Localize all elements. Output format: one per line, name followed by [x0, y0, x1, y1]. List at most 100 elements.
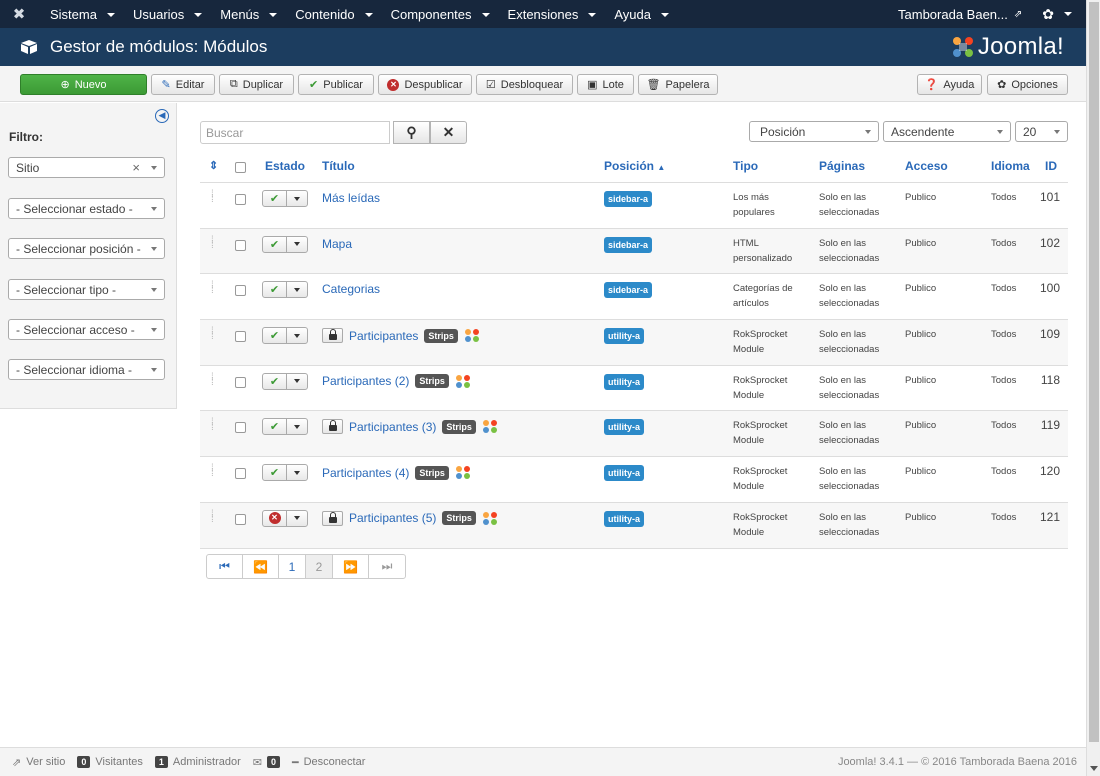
duplicate-button[interactable]: ⧉ Duplicar — [219, 74, 294, 95]
lock-icon[interactable] — [322, 510, 343, 526]
row-checkbox[interactable] — [235, 285, 246, 297]
trash-button[interactable]: 🗑 Papelera — [638, 74, 718, 95]
first-page-icon[interactable]: ⏮ — [207, 555, 243, 578]
select-all-checkbox[interactable] — [235, 162, 246, 173]
new-button[interactable]: ⊕ Nuevo — [20, 74, 147, 95]
menu-menus[interactable]: Menús — [208, 7, 283, 22]
drag-handle-icon[interactable]: ⁞ ⁞ — [211, 509, 214, 524]
status-toggle[interactable]: ✔ — [262, 418, 308, 436]
site-select[interactable]: Sitio × — [8, 157, 165, 178]
row-checkbox[interactable] — [235, 376, 246, 388]
edit-button[interactable]: ✎ Editar — [151, 74, 215, 95]
options-button[interactable]: ✿ Opciones — [987, 74, 1068, 95]
unpublish-button[interactable]: ✕ Despublicar — [378, 74, 472, 95]
row-checkbox[interactable] — [235, 513, 246, 525]
access-filter-select[interactable]: - Seleccionar acceso - — [8, 319, 165, 340]
drag-handle-icon[interactable]: ⁞ ⁞ — [211, 372, 214, 387]
help-button[interactable]: ❓ Ayuda — [917, 74, 982, 95]
row-checkbox[interactable] — [235, 194, 246, 205]
module-title-link[interactable]: Categorias — [322, 282, 380, 296]
menu-contenido[interactable]: Contenido — [283, 7, 378, 22]
published-check-icon[interactable]: ✔ — [263, 419, 287, 435]
menu-extensiones[interactable]: Extensiones — [496, 7, 603, 22]
module-title-link[interactable]: Participantes (4) — [322, 466, 409, 480]
drag-handle-icon[interactable]: ⁞ ⁞ — [211, 418, 214, 433]
status-dropdown-icon[interactable] — [287, 237, 307, 252]
col-title[interactable]: Título — [322, 159, 355, 173]
module-title-link[interactable]: Participantes — [349, 329, 418, 343]
scroll-down-icon[interactable] — [1090, 766, 1098, 771]
joomla-logo-icon[interactable]: ✖ — [0, 5, 38, 23]
list-limit-select[interactable]: 20 — [1015, 121, 1068, 142]
unpublished-icon[interactable]: ✕ — [263, 510, 287, 526]
published-check-icon[interactable]: ✔ — [263, 282, 287, 298]
status-dropdown-icon[interactable] — [287, 511, 307, 526]
position-filter-select[interactable]: - Seleccionar posición - — [8, 238, 165, 259]
col-id[interactable]: ID — [1045, 159, 1057, 173]
menu-componentes[interactable]: Componentes — [379, 7, 496, 22]
row-checkbox[interactable] — [235, 468, 246, 480]
type-filter-select[interactable]: - Seleccionar tipo - — [8, 279, 165, 300]
row-checkbox[interactable] — [235, 331, 246, 343]
page-1[interactable]: 1 — [279, 555, 306, 578]
published-check-icon[interactable]: ✔ — [263, 328, 287, 344]
col-language[interactable]: Idioma — [991, 159, 1030, 173]
clear-icon[interactable]: × — [132, 160, 140, 175]
user-site-link[interactable]: Tamborada Baen... — [898, 7, 1008, 22]
module-title-link[interactable]: Más leídas — [322, 191, 380, 205]
status-dropdown-icon[interactable] — [287, 374, 307, 389]
drag-handle-icon[interactable]: ⁞ ⁞ — [211, 235, 214, 250]
publish-button[interactable]: ✔ Publicar — [298, 74, 374, 95]
drag-handle-icon[interactable]: ⁞ ⁞ — [211, 464, 214, 479]
status-dropdown-icon[interactable] — [287, 191, 307, 206]
sidebar-collapse-icon[interactable]: ◀ — [155, 109, 169, 123]
drag-handle-icon[interactable]: ⁞ ⁞ — [211, 281, 214, 296]
status-dropdown-icon[interactable] — [287, 328, 307, 343]
status-toggle[interactable]: ✔ — [262, 190, 308, 207]
status-dropdown-icon[interactable] — [287, 419, 307, 434]
batch-button[interactable]: ▣ Lote — [577, 74, 634, 95]
sort-direction-select[interactable]: Ascendente — [883, 121, 1011, 142]
col-type[interactable]: Tipo — [733, 159, 758, 173]
row-checkbox[interactable] — [235, 239, 246, 251]
drag-handle-icon[interactable]: ⁞ ⁞ — [211, 327, 214, 342]
ordering-sort-icon[interactable]: ⇕ — [209, 159, 218, 172]
status-dropdown-icon[interactable] — [287, 282, 307, 297]
gear-icon[interactable]: ✿ — [1042, 6, 1054, 23]
module-title-link[interactable]: Participantes (5) — [349, 511, 436, 525]
col-pages[interactable]: Páginas — [819, 159, 865, 173]
module-title-link[interactable]: Participantes (2) — [322, 374, 409, 388]
published-check-icon[interactable]: ✔ — [263, 236, 287, 252]
col-position[interactable]: Posición ▲ — [604, 159, 665, 173]
search-input[interactable]: Buscar — [200, 121, 390, 144]
published-check-icon[interactable]: ✔ — [263, 465, 287, 481]
lock-icon[interactable] — [322, 419, 343, 435]
status-filter-select[interactable]: - Seleccionar estado - — [8, 198, 165, 219]
sort-field-select[interactable]: Posición — [749, 121, 879, 142]
row-checkbox[interactable] — [235, 422, 246, 434]
status-toggle[interactable]: ✔ — [262, 281, 308, 299]
status-toggle[interactable]: ✔ — [262, 235, 308, 253]
view-site-link[interactable]: ⇗ Ver sitio — [12, 756, 65, 769]
logout-link[interactable]: ━ Desconectar — [292, 756, 365, 769]
module-title-link[interactable]: Participantes (3) — [349, 420, 436, 434]
module-title-link[interactable]: Mapa — [322, 237, 352, 251]
status-toggle[interactable]: ✔ — [262, 327, 308, 345]
search-button[interactable]: ⚲ — [393, 121, 430, 144]
menu-usuarios[interactable]: Usuarios — [121, 7, 208, 22]
status-toggle[interactable]: ✔ — [262, 372, 308, 390]
language-filter-select[interactable]: - Seleccionar idioma - — [8, 359, 165, 380]
menu-ayuda[interactable]: Ayuda — [602, 7, 675, 22]
published-check-icon[interactable]: ✔ — [263, 191, 287, 206]
status-toggle[interactable]: ✔ — [262, 464, 308, 482]
col-access[interactable]: Acceso — [905, 159, 948, 173]
menu-sistema[interactable]: Sistema — [38, 7, 121, 22]
scrollbar-thumb[interactable] — [1089, 2, 1099, 742]
drag-handle-icon[interactable]: ⁞ ⁞ — [211, 190, 214, 205]
vertical-scrollbar[interactable] — [1086, 0, 1100, 776]
status-dropdown-icon[interactable] — [287, 465, 307, 480]
clear-search-button[interactable]: ✕ — [430, 121, 467, 144]
status-toggle[interactable]: ✕ — [262, 509, 308, 527]
checkin-button[interactable]: ☑ Desbloquear — [476, 74, 573, 95]
col-status[interactable]: Estado — [265, 159, 305, 173]
